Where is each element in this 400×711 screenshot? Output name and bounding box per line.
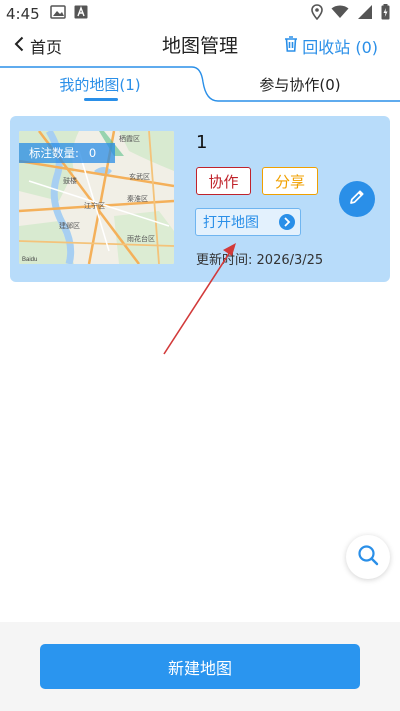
thumb-label-jiangning: 江宁区 bbox=[84, 201, 105, 210]
thumb-label-baidu: Baidu bbox=[22, 257, 37, 263]
pencil-icon bbox=[348, 188, 366, 210]
thumb-label-jianye: 建邺区 bbox=[59, 221, 80, 230]
update-time-label: 更新时间: bbox=[196, 253, 253, 268]
tab-my-maps-label: 我的地图(1) bbox=[59, 75, 141, 94]
thumb-label-qinhuai: 秦淮区 bbox=[127, 194, 148, 203]
marker-count-badge: 标注数量: 0 bbox=[19, 143, 115, 163]
map-card[interactable]: 栖霞区 鼓楼 建邺区 江宁区 玄武区 秦淮区 雨花台区 Baidu 标注数量: … bbox=[10, 116, 390, 282]
share-button[interactable]: 分享 bbox=[262, 167, 318, 195]
chevron-right-icon bbox=[279, 214, 295, 230]
marker-count-value: 0 bbox=[88, 146, 97, 160]
app-notification-icon bbox=[74, 5, 88, 23]
update-time: 更新时间: 2026/3/25 bbox=[196, 249, 323, 268]
map-name: 1 bbox=[196, 132, 208, 153]
wifi-icon bbox=[331, 5, 349, 23]
edit-map-button[interactable] bbox=[339, 181, 375, 217]
open-map-label: 打开地图 bbox=[203, 215, 259, 231]
open-map-button[interactable]: 打开地图 bbox=[195, 208, 301, 236]
signal-icon bbox=[357, 5, 373, 23]
header: 首页 地图管理 回收站 (0) bbox=[0, 28, 400, 64]
thumb-label-gulou: 鼓楼 bbox=[63, 176, 77, 185]
new-map-button[interactable]: 新建地图 bbox=[40, 644, 360, 689]
location-icon bbox=[311, 4, 323, 24]
thumb-label-qixia: 栖霞区 bbox=[119, 134, 140, 143]
active-tab-indicator bbox=[84, 98, 118, 101]
chevron-left-icon bbox=[14, 36, 30, 56]
update-time-value: 2026/3/25 bbox=[256, 253, 324, 268]
collaborate-button[interactable]: 协作 bbox=[196, 167, 251, 195]
annotation-arrow bbox=[163, 243, 236, 355]
thumb-label-yuhuatai: 雨花台区 bbox=[127, 234, 155, 243]
tab-collaborations[interactable]: 参与协作(0) bbox=[200, 64, 400, 104]
back-button[interactable]: 首页 bbox=[14, 34, 62, 58]
tab-collaborations-label: 参与协作(0) bbox=[259, 75, 341, 94]
back-label: 首页 bbox=[30, 38, 63, 57]
recycle-label: 回收站 (0) bbox=[302, 38, 378, 57]
search-icon bbox=[357, 544, 379, 570]
recycle-bin-button[interactable]: 回收站 (0) bbox=[284, 34, 378, 58]
search-button[interactable] bbox=[346, 535, 390, 579]
image-notification-icon bbox=[49, 5, 66, 23]
status-time: 4:45 bbox=[6, 5, 40, 23]
status-bar: 4:45 bbox=[0, 0, 400, 28]
tab-bar: 我的地图(1) 参与协作(0) bbox=[0, 64, 400, 104]
trash-icon bbox=[284, 36, 302, 56]
map-thumbnail[interactable]: 栖霞区 鼓楼 建邺区 江宁区 玄武区 秦淮区 雨花台区 Baidu 标注数量: … bbox=[19, 131, 174, 264]
battery-icon bbox=[381, 4, 390, 24]
thumb-label-xuanwu: 玄武区 bbox=[129, 172, 150, 181]
bottom-bar: 新建地图 bbox=[0, 622, 400, 711]
marker-count-label: 标注数量: bbox=[29, 146, 79, 160]
